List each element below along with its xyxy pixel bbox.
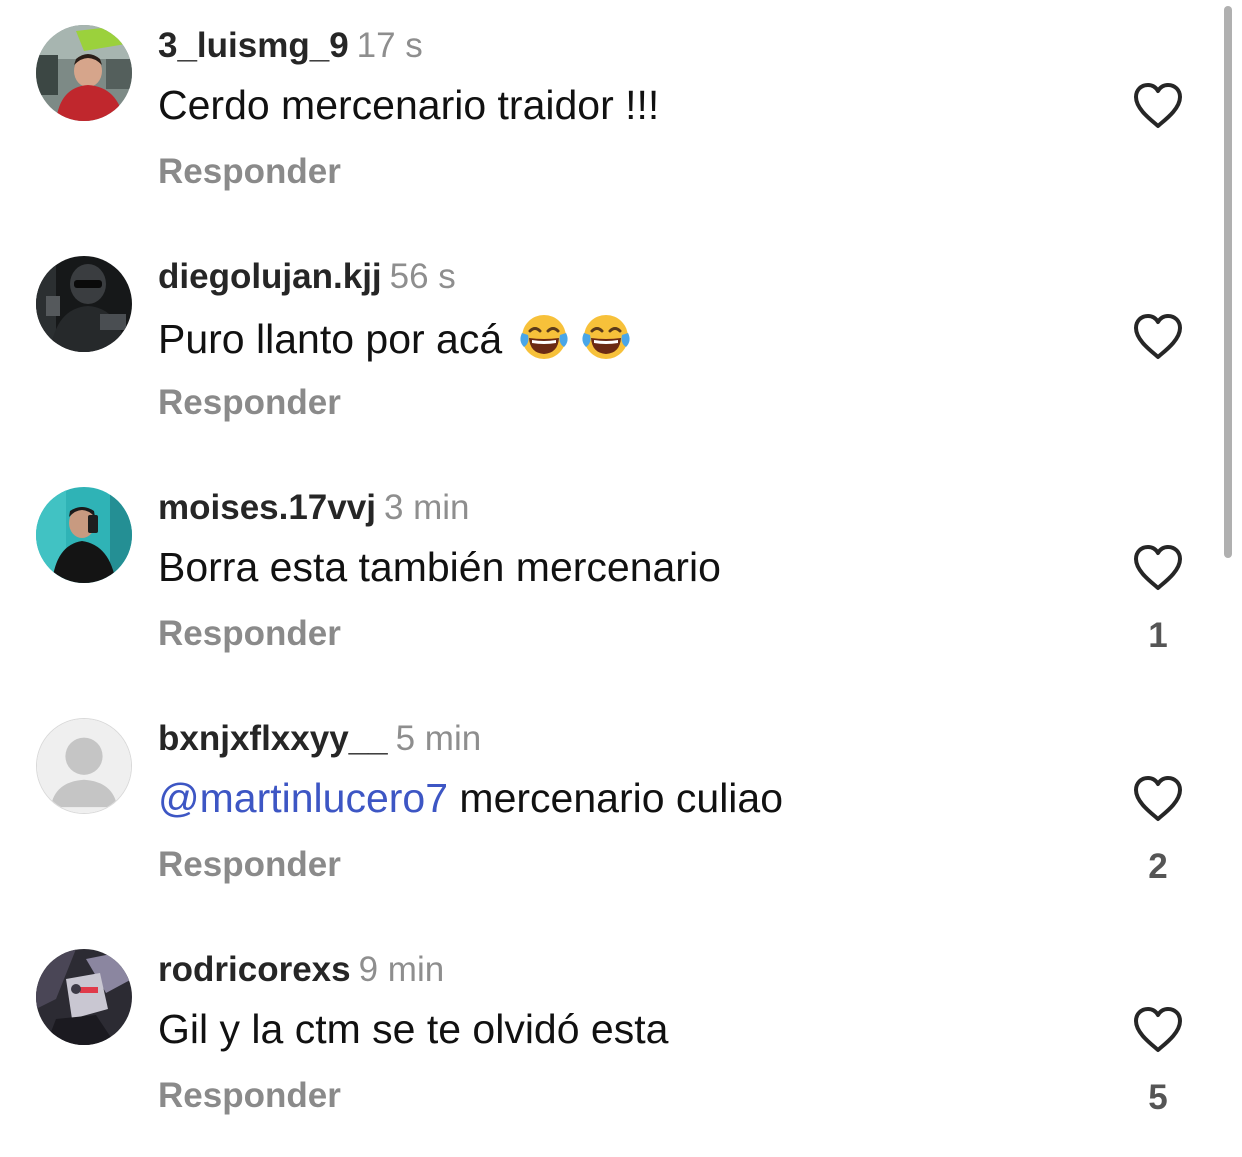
reply-button[interactable]: Responder xyxy=(158,150,341,194)
comment-username[interactable]: diegolujan.kjj xyxy=(158,257,382,296)
comment-time: 56 s xyxy=(389,257,456,296)
heart-icon[interactable] xyxy=(1132,313,1184,361)
mention-link[interactable]: @martinlucero7 xyxy=(158,775,448,821)
avatar[interactable] xyxy=(36,949,132,1045)
comment-meta: bxnjxflxxyy__ 5 min xyxy=(158,717,481,761)
comment-username[interactable]: 3_luismg_9 xyxy=(158,26,349,65)
comment-text: Gil y la ctm se te olvidó esta xyxy=(158,1004,668,1054)
scrollbar[interactable] xyxy=(1224,6,1232,558)
comment-username[interactable]: rodricorexs xyxy=(158,950,351,989)
comment-text: Puro llanto por acá xyxy=(158,311,632,364)
comment-username[interactable]: moises.17vvj xyxy=(158,488,376,527)
reply-button[interactable]: Responder xyxy=(158,612,341,656)
comment-item: moises.17vvj 3 min Borra esta también mer… xyxy=(0,462,1242,693)
avatar[interactable] xyxy=(36,487,132,583)
reply-button[interactable]: Responder xyxy=(158,843,341,887)
comment-time: 17 s xyxy=(356,26,423,65)
avatar[interactable] xyxy=(36,256,132,352)
face-with-tears-of-joy-icon xyxy=(582,315,630,359)
comment-body: Puro llanto por acá xyxy=(158,316,503,362)
comment-time: 3 min xyxy=(383,488,470,527)
comment-meta: diegolujan.kjj 56 s xyxy=(158,255,456,299)
reply-button[interactable]: Responder xyxy=(158,381,341,425)
comment-username[interactable]: bxnjxflxxyy__ xyxy=(158,719,388,758)
face-with-tears-of-joy-icon xyxy=(520,315,568,359)
comment-meta: 3_luismg_9 17 s xyxy=(158,24,423,68)
comment-item: diegolujan.kjj 56 s Puro llanto por acá R… xyxy=(0,231,1242,462)
comment-item: 3_luismg_9 17 s Cerdo mercenario traidor … xyxy=(0,0,1242,231)
person-silhouette-icon[interactable] xyxy=(36,718,132,814)
comment-time: 5 min xyxy=(395,719,482,758)
like-count: 2 xyxy=(1148,847,1168,886)
avatar[interactable] xyxy=(36,25,132,121)
comment-text: Cerdo mercenario traidor !!! xyxy=(158,80,659,130)
comment-time: 9 min xyxy=(358,950,445,989)
comment-meta: moises.17vvj 3 min xyxy=(158,486,470,530)
heart-icon[interactable] xyxy=(1132,775,1184,823)
heart-icon[interactable] xyxy=(1132,1006,1184,1054)
comment-meta: rodricorexs 9 min xyxy=(158,948,444,992)
like-count: 5 xyxy=(1148,1078,1168,1117)
comment-text: @martinlucero7 mercenario culiao xyxy=(158,773,783,823)
comment-body: Borra esta también mercenario xyxy=(158,544,721,590)
reply-button[interactable]: Responder xyxy=(158,1074,341,1118)
heart-icon[interactable] xyxy=(1132,544,1184,592)
comment-text: Borra esta también mercenario xyxy=(158,542,721,592)
comment-body: Gil y la ctm se te olvidó esta xyxy=(158,1006,669,1052)
like-count: 1 xyxy=(1148,616,1168,655)
comment-body: Cerdo mercenario traidor !!! xyxy=(158,82,660,128)
heart-icon[interactable] xyxy=(1132,82,1184,130)
comment-item: bxnjxflxxyy__ 5 min @martinlucero7 mercen… xyxy=(0,693,1242,924)
comment-item: rodricorexs 9 min Gil y la ctm se te olvi… xyxy=(0,924,1242,1155)
comment-body: mercenario culiao xyxy=(459,775,784,821)
